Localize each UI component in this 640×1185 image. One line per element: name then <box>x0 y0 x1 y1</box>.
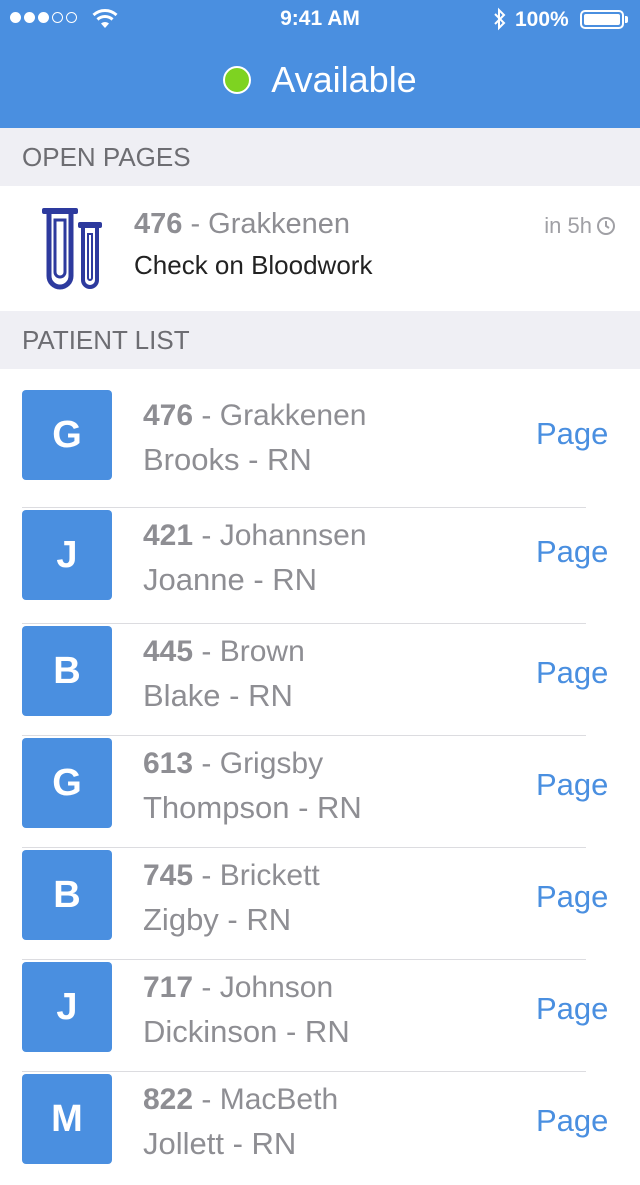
open-page-time-text: in 5h <box>544 213 592 238</box>
patient-name: Brown <box>219 635 305 668</box>
row-divider <box>22 507 586 508</box>
patient-room: 613 <box>143 747 194 780</box>
patient-title: 745 - Brickett <box>143 859 320 893</box>
patient-row[interactable]: G 613 - Grigsby Thompson - RN Page <box>0 737 640 849</box>
patient-separator: - <box>193 635 220 668</box>
page-button[interactable]: Page <box>536 534 608 570</box>
open-page-time: in 5h <box>544 213 616 239</box>
open-pages-header: OPEN PAGES <box>0 128 640 186</box>
patient-nurse: Zigby - RN <box>143 902 292 937</box>
open-page-task: Check on Bloodwork <box>134 250 373 280</box>
patient-nurse: Jollett - RN <box>143 1126 297 1161</box>
patient-list-header: PATIENT LIST <box>0 311 640 369</box>
page-button[interactable]: Page <box>536 767 608 803</box>
patient-avatar: G <box>22 390 112 480</box>
availability-toggle[interactable]: Available <box>0 52 640 108</box>
patient-title: 717 - Johnson <box>143 971 333 1005</box>
patient-room: 421 <box>143 519 194 552</box>
patient-name: MacBeth <box>219 1083 339 1116</box>
patient-name: Johnson <box>219 971 334 1004</box>
patient-room: 822 <box>143 1083 194 1116</box>
patient-row[interactable]: J 421 - Johannsen Joanne - RN Page <box>0 509 640 621</box>
page-button[interactable]: Page <box>536 655 608 691</box>
patient-separator: - <box>193 859 220 892</box>
availability-label: Available <box>271 59 417 100</box>
patient-row[interactable]: B 745 - Brickett Zigby - RN Page <box>0 849 640 961</box>
patient-avatar: B <box>22 626 112 716</box>
row-divider <box>22 1071 586 1072</box>
patient-separator: - <box>193 747 220 780</box>
patient-name: Johannsen <box>219 519 367 552</box>
row-divider <box>22 959 586 960</box>
patient-title: 476 - Grakkenen <box>143 399 366 433</box>
test-tubes-icon <box>42 208 102 290</box>
patient-separator: - <box>193 519 220 552</box>
status-bar: 9:41 AM 100% <box>0 0 640 38</box>
patient-room: 476 <box>143 399 194 432</box>
open-page-room: 476 <box>134 208 183 240</box>
battery-percent: 100% <box>515 8 569 31</box>
patient-room: 745 <box>143 859 194 892</box>
page-button[interactable]: Page <box>536 416 608 452</box>
patient-separator: - <box>193 971 220 1004</box>
patient-separator: - <box>193 1083 220 1116</box>
patient-avatar: G <box>22 738 112 828</box>
page-button[interactable]: Page <box>536 991 608 1027</box>
patient-name: Grakkenen <box>219 399 367 432</box>
battery-icon <box>580 10 628 29</box>
row-divider <box>22 847 586 848</box>
clock-icon <box>597 217 615 235</box>
patient-avatar: B <box>22 850 112 940</box>
patient-name: Grigsby <box>219 747 324 780</box>
patient-nurse: Thompson - RN <box>143 790 362 825</box>
patient-avatar: M <box>22 1074 112 1164</box>
app-header: 9:41 AM 100% Available <box>0 0 640 128</box>
patient-separator: - <box>193 399 220 432</box>
patient-room: 717 <box>143 971 194 1004</box>
patient-row[interactable]: M 822 - MacBeth Jollett - RN Page <box>0 1073 640 1185</box>
page-button[interactable]: Page <box>536 879 608 915</box>
patient-title: 822 - MacBeth <box>143 1083 338 1117</box>
availability-dot-icon <box>223 66 252 94</box>
patient-room: 445 <box>143 635 194 668</box>
patient-avatar: J <box>22 510 112 600</box>
row-divider <box>22 735 586 736</box>
patient-nurse: Joanne - RN <box>143 562 318 597</box>
patient-avatar: J <box>22 962 112 1052</box>
patient-name: Brickett <box>219 859 320 892</box>
patient-nurse: Brooks - RN <box>143 442 312 477</box>
patient-title: 445 - Brown <box>143 635 305 669</box>
patient-row[interactable]: B 445 - Brown Blake - RN Page <box>0 625 640 737</box>
patient-title: 613 - Grigsby <box>143 747 323 781</box>
patient-row[interactable]: G 476 - Grakkenen Brooks - RN Page <box>0 389 640 501</box>
open-page-title: 476 - Grakkenen <box>134 208 350 241</box>
patient-title: 421 - Johannsen <box>143 519 367 553</box>
open-page-name: Grakkenen <box>208 208 351 240</box>
patient-row[interactable]: J 717 - Johnson Dickinson - RN Page <box>0 961 640 1073</box>
page-button[interactable]: Page <box>536 1103 608 1139</box>
patient-nurse: Dickinson - RN <box>143 1014 350 1049</box>
patient-nurse: Blake - RN <box>143 678 293 713</box>
open-page-separator: - <box>182 208 209 240</box>
bluetooth-icon <box>494 7 506 31</box>
row-divider <box>22 623 586 624</box>
